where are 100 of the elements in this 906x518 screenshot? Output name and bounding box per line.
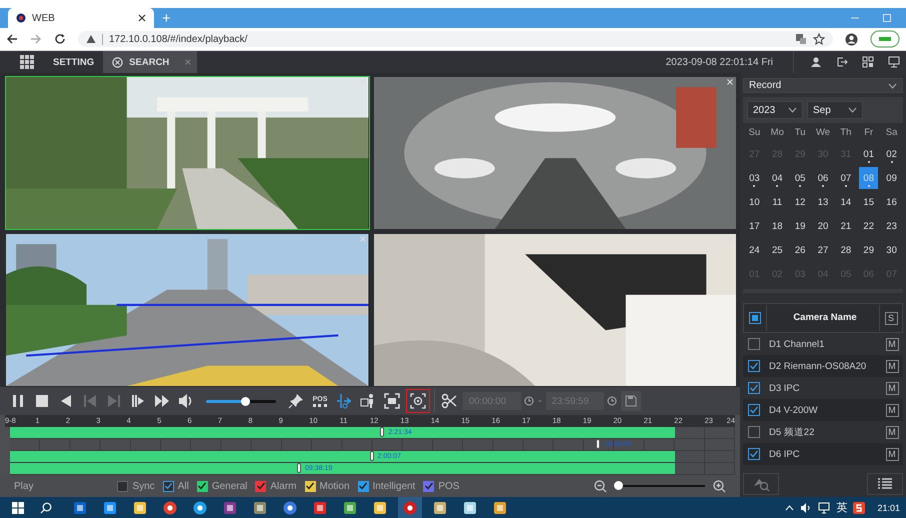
calendar-day[interactable]: 05 xyxy=(790,167,810,189)
m-button[interactable]: M xyxy=(886,382,898,394)
chevron-up-icon[interactable] xyxy=(785,504,794,510)
calendar-day[interactable]: 23 xyxy=(882,215,901,237)
calendar-day[interactable]: 15 xyxy=(859,191,878,213)
calendar-day[interactable]: 29 xyxy=(859,239,878,261)
calendar-day[interactable]: 30 xyxy=(882,239,901,261)
input-method-indicator[interactable]: 英 xyxy=(836,500,848,515)
user-icon[interactable] xyxy=(810,56,822,68)
filter-checkbox[interactable]: Intelligent xyxy=(358,480,416,492)
windows-start-icon[interactable] xyxy=(12,502,24,514)
logout-icon[interactable] xyxy=(836,56,848,68)
calendar-day[interactable]: 24 xyxy=(745,239,764,261)
playhead-handle[interactable] xyxy=(596,439,600,449)
fullscreen-button[interactable] xyxy=(382,391,402,411)
zoom-out-icon[interactable] xyxy=(594,480,607,492)
calendar-day[interactable]: 20 xyxy=(814,215,832,237)
check-icon xyxy=(749,449,759,459)
pin-icon xyxy=(288,393,304,409)
camera-checkbox[interactable] xyxy=(748,404,760,416)
capture-button[interactable] xyxy=(406,389,430,413)
camera-checkbox[interactable] xyxy=(748,338,760,350)
translate-icon[interactable] xyxy=(795,33,807,45)
save-button[interactable] xyxy=(620,391,641,411)
calendar-day[interactable]: 18 xyxy=(768,215,787,237)
calendar-day[interactable]: 10 xyxy=(745,191,764,213)
filter-checkbox[interactable]: Sync xyxy=(117,480,155,492)
m-button[interactable]: M xyxy=(886,360,898,372)
network-icon[interactable] xyxy=(818,502,830,514)
back-icon[interactable] xyxy=(6,33,18,45)
monitor-icon[interactable] xyxy=(888,56,900,68)
calendar-day[interactable]: 25 xyxy=(768,239,787,261)
s-logo-icon[interactable] xyxy=(853,502,866,514)
filter-checkbox[interactable]: Motion xyxy=(304,480,350,492)
calendar-day[interactable]: 02 xyxy=(882,143,901,165)
m-button[interactable]: M xyxy=(886,448,898,460)
volume-slider[interactable] xyxy=(206,400,276,402)
calendar-day[interactable]: 14 xyxy=(836,191,856,213)
calendar-day[interactable]: 07 xyxy=(836,167,856,189)
search-button[interactable] xyxy=(743,473,779,495)
browser-tab[interactable]: WEB xyxy=(8,8,154,28)
filter-checkbox[interactable]: General xyxy=(196,480,248,492)
calendar-day[interactable]: 01 xyxy=(859,143,878,165)
select-all-checkbox[interactable] xyxy=(749,312,761,324)
calendar-day[interactable]: 28 xyxy=(836,239,856,261)
check-icon xyxy=(749,361,759,371)
calendar-day[interactable]: 03 xyxy=(745,167,764,189)
record-type-dropdown[interactable]: Record xyxy=(743,78,903,93)
calendar-day[interactable]: 21 xyxy=(836,215,856,237)
clock-icon[interactable] xyxy=(524,396,534,406)
list-icon xyxy=(877,477,893,491)
calendar-day[interactable]: 22 xyxy=(859,215,878,237)
speaker-icon[interactable] xyxy=(800,502,812,514)
taskbar-app[interactable] xyxy=(398,497,422,518)
camera-checkbox[interactable] xyxy=(748,360,760,372)
calendar-day[interactable]: 12 xyxy=(790,191,810,213)
calendar-day[interactable]: 09 xyxy=(882,167,901,189)
year-dropdown[interactable]: 2023 xyxy=(747,101,803,119)
calendar-day[interactable]: 06 xyxy=(814,167,832,189)
pin-button[interactable] xyxy=(286,391,306,411)
list-button[interactable] xyxy=(867,473,903,495)
scissors-button[interactable] xyxy=(439,391,459,411)
filter-checkbox[interactable]: POS xyxy=(423,480,460,492)
zoom-in-icon[interactable] xyxy=(713,480,726,492)
star-icon[interactable] xyxy=(813,33,825,45)
calendar-day[interactable]: 27 xyxy=(814,239,832,261)
calendar-day[interactable]: 13 xyxy=(814,191,832,213)
smart-button[interactable] xyxy=(334,391,354,411)
filter-checkbox[interactable]: Alarm xyxy=(255,480,297,492)
reload-icon[interactable] xyxy=(54,33,66,45)
qr-code-icon[interactable] xyxy=(862,56,874,68)
extension-icon[interactable] xyxy=(870,30,900,48)
calendar-day[interactable]: 11 xyxy=(768,191,787,213)
playhead-handle[interactable] xyxy=(297,463,301,473)
calendar-day[interactable]: 26 xyxy=(790,239,810,261)
grid-menu-icon[interactable] xyxy=(20,55,34,69)
camera-checkbox[interactable] xyxy=(748,448,760,460)
playhead-handle[interactable] xyxy=(370,451,374,461)
clock-icon[interactable] xyxy=(606,396,617,406)
month-dropdown[interactable]: Sep xyxy=(807,101,863,119)
s-button[interactable]: S xyxy=(884,312,898,324)
filter-checkbox[interactable]: All xyxy=(162,480,189,492)
search-icon[interactable] xyxy=(40,502,52,514)
camera-checkbox[interactable] xyxy=(748,426,760,438)
person-icon xyxy=(360,393,376,409)
profile-icon[interactable] xyxy=(845,32,858,46)
close-icon[interactable] xyxy=(138,14,146,22)
address-field[interactable]: 172.10.0.108/#/index/playback/ xyxy=(78,31,833,47)
calendar-day[interactable]: 17 xyxy=(745,215,764,237)
m-button[interactable]: M xyxy=(886,426,898,438)
menu-tab[interactable]: SEARCH xyxy=(103,51,178,73)
m-button[interactable]: M xyxy=(886,338,898,350)
camera-checkbox[interactable] xyxy=(748,382,760,394)
calendar-day[interactable]: 04 xyxy=(768,167,787,189)
volume-icon xyxy=(178,393,194,409)
playhead-handle[interactable] xyxy=(380,427,384,437)
m-button[interactable]: M xyxy=(886,404,898,416)
calendar-day[interactable]: 19 xyxy=(790,215,810,237)
calendar-day[interactable]: 16 xyxy=(882,191,901,213)
camera-name: D2 Riemann-OS08A20 xyxy=(768,360,868,372)
